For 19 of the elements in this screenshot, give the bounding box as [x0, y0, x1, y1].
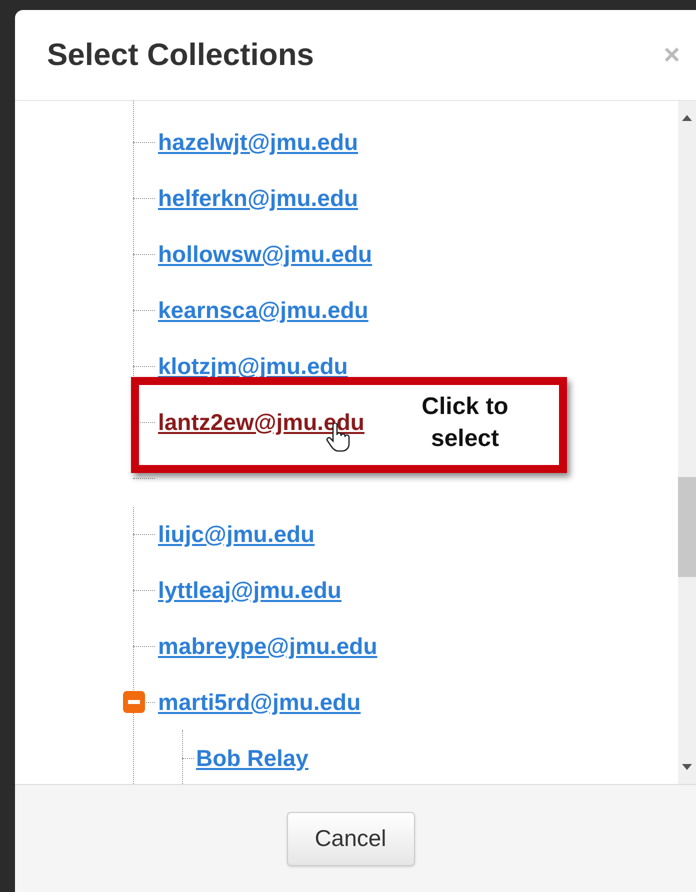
- collection-link[interactable]: Bob Relay: [196, 744, 308, 772]
- collection-link[interactable]: liujc@jmu.edu: [158, 520, 315, 548]
- scrollbar-thumb[interactable]: [678, 477, 696, 577]
- collection-link[interactable]: lantz2ew@jmu.edu: [158, 408, 364, 436]
- collection-link[interactable]: kearnsca@jmu.edu: [158, 296, 368, 324]
- cancel-button[interactable]: Cancel: [286, 812, 414, 866]
- collection-link[interactable]: marti5rd@jmu.edu: [158, 688, 361, 716]
- collection-link[interactable]: hollowsw@jmu.edu: [158, 240, 372, 268]
- collection-link[interactable]: klotzjm@jmu.edu: [158, 352, 348, 380]
- collection-link[interactable]: hazelwjt@jmu.edu: [158, 128, 358, 156]
- collection-link[interactable]: mabreype@jmu.edu: [158, 632, 378, 660]
- collection-link[interactable]: helferkn@jmu.edu: [158, 184, 358, 212]
- callout-text: Click to select: [420, 392, 510, 454]
- scrollbar[interactable]: [678, 101, 696, 784]
- scroll-up-icon[interactable]: [682, 115, 692, 121]
- collapse-icon[interactable]: [123, 691, 145, 713]
- collection-link[interactable]: lyttleaj@jmu.edu: [158, 576, 342, 604]
- scroll-down-icon[interactable]: [682, 764, 692, 770]
- dialog-title: Select Collections: [47, 37, 314, 73]
